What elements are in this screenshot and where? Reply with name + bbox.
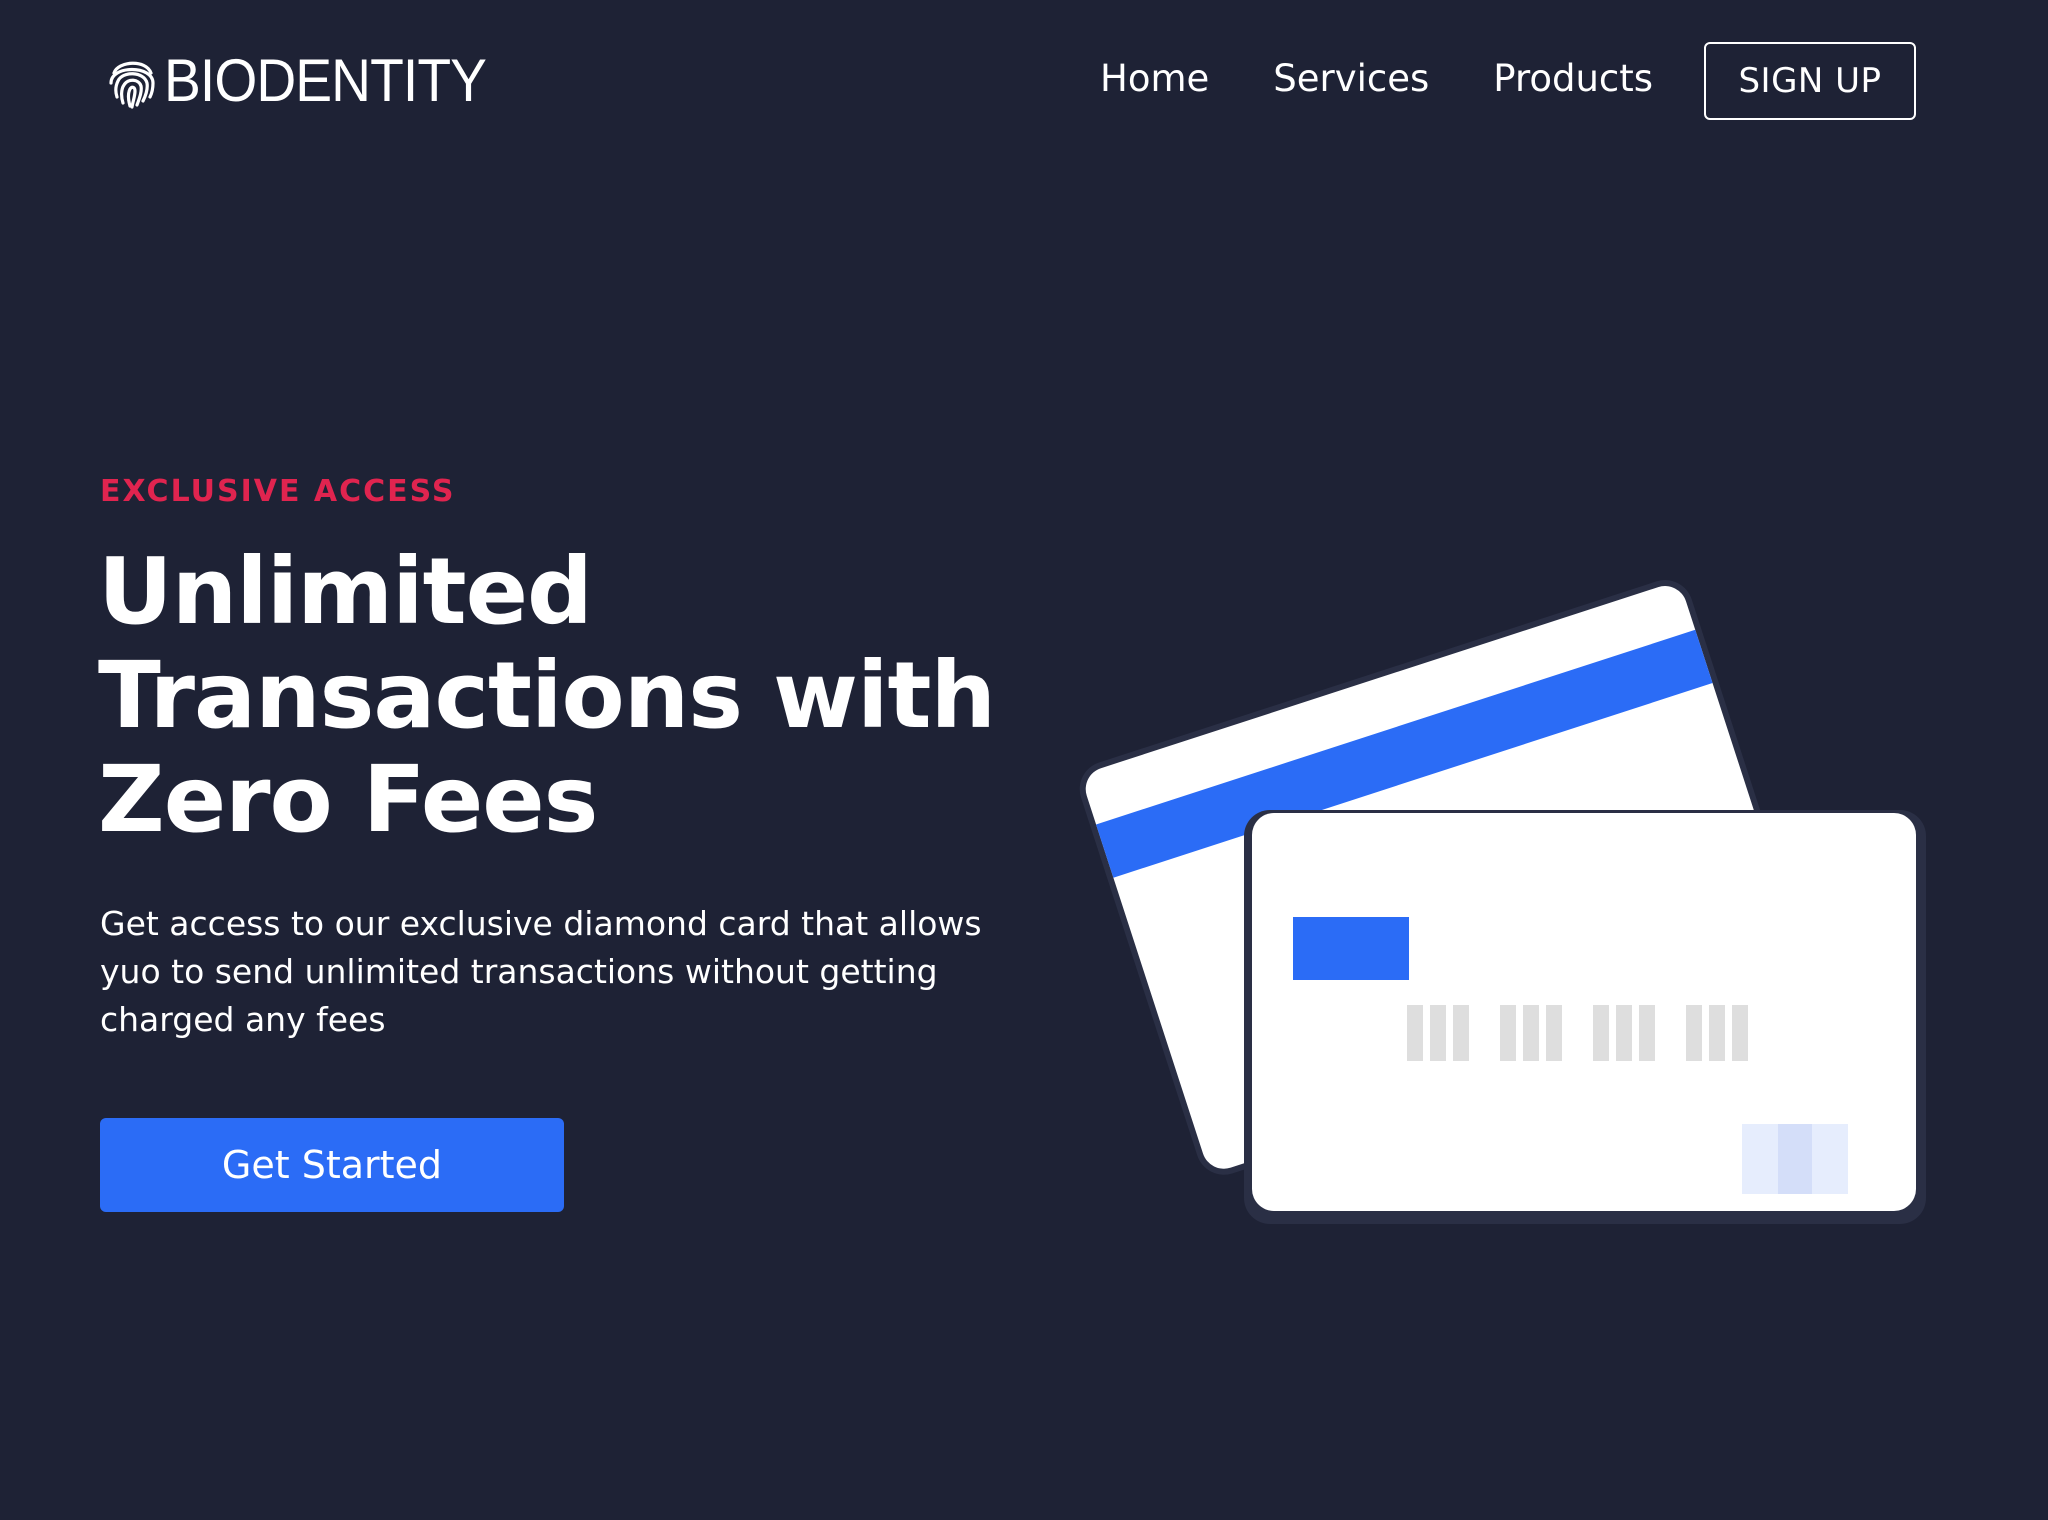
nav-link-products[interactable]: Products: [1493, 54, 1653, 104]
main-nav: Home Services Products: [1100, 54, 1717, 104]
fingerprint-icon: [106, 53, 158, 109]
brand-name: BIODENTITY: [164, 47, 487, 114]
nav-link-services[interactable]: Services: [1273, 54, 1429, 104]
top-navigation: BIODENTITY Home Services Products SIGN U…: [0, 0, 2048, 160]
hero-eyebrow: EXCLUSIVE ACCESS: [100, 474, 456, 509]
credit-cards-graphic: [1079, 580, 1926, 1224]
hero-description: Get access to our exclusive diamond card…: [100, 904, 982, 1039]
headline-line: Transactions with: [98, 642, 996, 749]
signup-button[interactable]: SIGN UP: [1704, 42, 1916, 120]
nav-link-home[interactable]: Home: [1100, 54, 1209, 104]
headline-line: Zero Fees: [98, 746, 598, 853]
card-chip: [1293, 917, 1409, 980]
brand-logo[interactable]: BIODENTITY: [106, 50, 514, 112]
front-card: [1244, 810, 1926, 1224]
hero-headline: Unlimited Transactions with Zero Fees: [98, 540, 998, 852]
credit-cards-illustration: [1050, 560, 1950, 1260]
get-started-button[interactable]: Get Started: [100, 1118, 564, 1212]
headline-line: Unlimited: [98, 538, 593, 645]
